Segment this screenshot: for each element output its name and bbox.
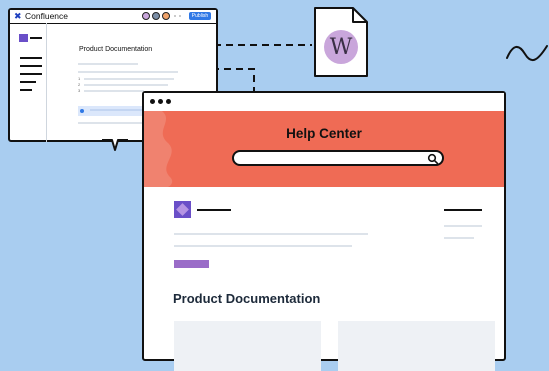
bubble-tail xyxy=(102,139,128,151)
sidebar-item[interactable] xyxy=(20,73,42,75)
list-item xyxy=(84,78,174,80)
window-control-dot[interactable] xyxy=(150,99,155,104)
avatar[interactable] xyxy=(162,12,170,20)
sidebar-item[interactable] xyxy=(20,81,36,83)
sidebar-item[interactable] xyxy=(20,57,42,59)
sidebar-item[interactable] xyxy=(20,89,32,91)
more-dot xyxy=(174,15,176,17)
browser-titlebar xyxy=(144,93,504,113)
avatar[interactable] xyxy=(142,12,150,20)
search-icon[interactable] xyxy=(427,153,439,165)
text-line xyxy=(174,233,368,235)
confluence-titlebar: ✖ Confluence Publish xyxy=(10,10,216,24)
section-title: Product Documentation xyxy=(173,291,321,306)
help-center-title: Help Center xyxy=(286,126,362,141)
list-number: 1 xyxy=(78,76,81,81)
window-control-dot[interactable] xyxy=(166,99,171,104)
text-line xyxy=(78,63,138,65)
confluence-app-name: Confluence xyxy=(25,11,69,21)
list-number: 3 xyxy=(78,88,81,93)
w-letter-icon: W xyxy=(324,30,358,64)
search-input[interactable] xyxy=(232,150,444,166)
space-name-placeholder xyxy=(30,37,42,39)
sidebar-divider xyxy=(46,23,47,142)
header-wave-decoration xyxy=(144,111,173,187)
comment-marker-icon[interactable] xyxy=(80,109,84,113)
avatar[interactable] xyxy=(152,12,160,20)
help-center-window: Help Center Product Documentation xyxy=(142,91,506,371)
nav-item[interactable] xyxy=(444,237,474,239)
text-line xyxy=(174,245,352,247)
doc-card[interactable] xyxy=(174,321,321,371)
window-control-dot[interactable] xyxy=(158,99,163,104)
doc-card[interactable] xyxy=(338,321,495,371)
text-line xyxy=(78,71,178,73)
help-center-header xyxy=(144,111,504,187)
list-number: 2 xyxy=(78,82,81,87)
brand-name-placeholder xyxy=(197,209,231,211)
more-dot xyxy=(179,15,181,17)
sidebar-item[interactable] xyxy=(20,65,42,67)
space-logo-icon xyxy=(19,34,28,42)
nav-menu[interactable] xyxy=(444,209,482,211)
publish-button[interactable]: Publish xyxy=(189,12,211,20)
page-title: Product Documentation xyxy=(79,46,153,53)
nav-item[interactable] xyxy=(444,225,482,227)
confluence-logo-icon: ✖ xyxy=(14,11,22,21)
tag-pill[interactable] xyxy=(174,260,209,268)
list-item xyxy=(84,84,168,86)
list-item xyxy=(84,90,144,92)
